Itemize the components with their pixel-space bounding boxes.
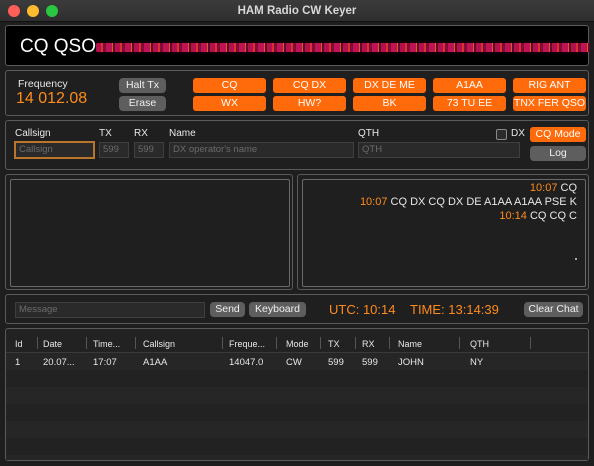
- column-header-tx[interactable]: TX: [328, 339, 340, 349]
- transcript-line: 10:07 CQ: [530, 182, 577, 194]
- transcript-line: 10:14 CQ CQ C: [499, 210, 577, 222]
- cell-time: 17:07: [93, 357, 117, 368]
- keyboard-button[interactable]: Keyboard: [249, 302, 306, 317]
- log-button[interactable]: Log: [530, 146, 586, 161]
- column-divider: [389, 337, 390, 349]
- log-entry-panel: Callsign TX RX Name QTH Callsign 599 599…: [5, 120, 589, 170]
- log-table: Id Date Time... Callsign Freque... Mode …: [5, 328, 589, 461]
- callsign-label: Callsign: [15, 128, 51, 139]
- transcript-line: 10:07 CQ DX CQ DX DE A1AA A1AA PSE K: [360, 196, 577, 208]
- column-header-callsign[interactable]: Callsign: [143, 339, 175, 349]
- transcript-text: CQ: [560, 182, 578, 194]
- erase-button[interactable]: Erase: [119, 96, 166, 111]
- utc-clock: UTC: 10:14: [329, 302, 396, 317]
- local-clock: TIME: 13:14:39: [410, 302, 499, 317]
- cell-qth: NY: [470, 357, 484, 368]
- empty-table-rows: [6, 370, 588, 460]
- column-divider: [86, 337, 87, 349]
- column-divider: [135, 337, 136, 349]
- waterfall-panel: CQ QSO: [5, 25, 590, 66]
- input-textarea[interactable]: [10, 179, 290, 287]
- cell-date: 20.07...: [43, 357, 75, 368]
- macro-bk-button[interactable]: BK: [353, 96, 426, 111]
- column-divider: [320, 337, 321, 349]
- name-input[interactable]: DX operator's name: [169, 142, 354, 158]
- rx-input[interactable]: 599: [134, 142, 164, 158]
- cell-callsign: A1AA: [143, 357, 168, 368]
- column-header-id[interactable]: Id: [15, 339, 23, 349]
- column-divider: [459, 337, 460, 349]
- table-row[interactable]: 1 20.07... 17:07 A1AA 14047.0 CW 599 599…: [6, 353, 588, 370]
- text-cursor: [575, 258, 577, 260]
- tx-label: TX: [99, 128, 112, 139]
- tx-input[interactable]: 599: [99, 142, 129, 158]
- column-header-name[interactable]: Name: [398, 339, 422, 349]
- macro-rig-ant-button[interactable]: RIG ANT: [513, 78, 586, 93]
- halt-tx-button[interactable]: Halt Tx: [119, 78, 166, 93]
- column-divider: [355, 337, 356, 349]
- column-header-frequency[interactable]: Freque...: [229, 339, 265, 349]
- frequency-label: Frequency: [18, 78, 68, 90]
- column-header-mode[interactable]: Mode: [286, 339, 309, 349]
- rx-label: RX: [134, 128, 148, 139]
- transcript-time: 10:14: [499, 210, 527, 222]
- cell-tx: 599: [328, 357, 344, 368]
- waterfall-glow: [96, 40, 590, 55]
- message-input[interactable]: Message: [15, 302, 205, 318]
- name-label: Name: [169, 128, 196, 139]
- frequency-macro-panel: Frequency 14 012.08 Halt Tx Erase CQ CQ …: [5, 70, 589, 116]
- column-header-time[interactable]: Time...: [93, 339, 120, 349]
- macro-hw-button[interactable]: HW?: [273, 96, 346, 111]
- cell-rx: 599: [362, 357, 378, 368]
- macro-73-tu-ee-button[interactable]: 73 TU EE: [433, 96, 506, 111]
- column-header-rx[interactable]: RX: [362, 339, 375, 349]
- qth-input[interactable]: QTH: [358, 142, 520, 158]
- column-header-date[interactable]: Date: [43, 339, 62, 349]
- macro-cq-dx-button[interactable]: CQ DX: [273, 78, 346, 93]
- column-divider: [276, 337, 277, 349]
- transcript-text: CQ DX CQ DX DE A1AA A1AA PSE K: [390, 196, 577, 208]
- macro-dx-de-me-button[interactable]: DX DE ME: [353, 78, 426, 93]
- dx-label: DX: [511, 128, 525, 139]
- frequency-value: 14 012.08: [16, 90, 88, 107]
- column-divider: [530, 337, 531, 349]
- send-button[interactable]: Send: [210, 302, 245, 317]
- banner-text: CQ QSO: [20, 36, 97, 57]
- column-divider: [222, 337, 223, 349]
- macro-tnx-fer-qso-button[interactable]: TNX FER QSO: [513, 96, 586, 111]
- window-title: HAM Radio CW Keyer: [237, 5, 357, 17]
- macro-wx-button[interactable]: WX: [193, 96, 266, 111]
- message-panel: Message Send Keyboard UTC: 10:14 TIME: 1…: [5, 294, 589, 324]
- input-panel: [5, 174, 293, 290]
- cell-frequency: 14047.0: [229, 357, 264, 368]
- callsign-input[interactable]: Callsign: [14, 141, 95, 159]
- macro-cq-button[interactable]: CQ: [193, 78, 266, 93]
- macro-a1aa-button[interactable]: A1AA: [433, 78, 506, 93]
- transcript-panel: 10:07 CQ 10:07 CQ DX CQ DX DE A1AA A1AA …: [297, 174, 589, 290]
- clear-chat-button[interactable]: Clear Chat: [524, 302, 583, 317]
- column-header-qth[interactable]: QTH: [470, 339, 489, 349]
- transcript-area[interactable]: 10:07 CQ 10:07 CQ DX CQ DX DE A1AA A1AA …: [302, 179, 586, 287]
- transcript-text: CQ CQ C: [529, 210, 577, 222]
- transcript-time: 10:07: [529, 182, 558, 194]
- cell-mode: CW: [286, 357, 302, 368]
- qth-label: QTH: [358, 128, 380, 139]
- column-divider: [37, 337, 38, 349]
- cell-name: JOHN: [398, 357, 424, 368]
- cq-mode-button[interactable]: CQ Mode: [530, 127, 586, 142]
- transcript-time: 10:07: [359, 196, 388, 208]
- cell-id: 1: [15, 357, 21, 368]
- dx-checkbox[interactable]: [496, 129, 507, 140]
